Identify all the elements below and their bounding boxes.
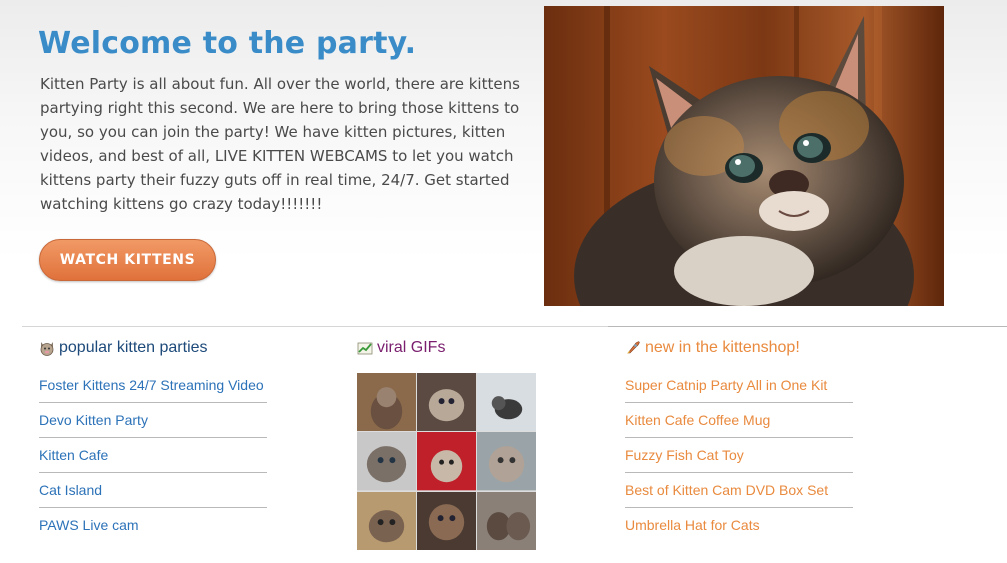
chart-icon bbox=[357, 340, 373, 356]
product-link[interactable]: Fuzzy Fish Cat Toy bbox=[625, 447, 744, 463]
gif-thumbnail[interactable] bbox=[357, 432, 416, 491]
gif-thumbnail[interactable] bbox=[357, 373, 416, 432]
shop-title-text: new in the kittenshop! bbox=[645, 339, 800, 356]
rocket-icon bbox=[625, 340, 641, 356]
product-link[interactable]: Umbrella Hat for Cats bbox=[625, 517, 760, 533]
hero-kitten-photo bbox=[544, 6, 944, 306]
cat-face-icon bbox=[39, 340, 55, 356]
list-item: PAWS Live cam bbox=[39, 508, 267, 543]
list-item: Super Catnip Party All in One Kit bbox=[625, 368, 853, 403]
gif-thumbnail[interactable] bbox=[417, 491, 476, 550]
party-link[interactable]: Cat Island bbox=[39, 482, 102, 498]
intro-paragraph: Kitten Party is all about fun. All over … bbox=[40, 75, 520, 213]
product-link[interactable]: Best of Kitten Cam DVD Box Set bbox=[625, 482, 828, 498]
gif-thumbnail[interactable] bbox=[417, 373, 476, 432]
product-link[interactable]: Super Catnip Party All in One Kit bbox=[625, 377, 827, 393]
list-item: Devo Kitten Party bbox=[39, 403, 267, 438]
gif-thumbnail[interactable] bbox=[417, 432, 476, 491]
watch-kittens-button[interactable]: WATCH KITTENS bbox=[39, 239, 216, 281]
list-item: Kitten Cafe bbox=[39, 438, 267, 473]
shop-section-title: new in the kittenshop! bbox=[625, 339, 800, 357]
gifs-section-title: viral GIFs bbox=[357, 339, 445, 357]
list-item: Kitten Cafe Coffee Mug bbox=[625, 403, 853, 438]
list-item: Umbrella Hat for Cats bbox=[625, 508, 853, 543]
viral-gifs-grid[interactable] bbox=[357, 373, 536, 550]
gif-thumbnail[interactable] bbox=[477, 491, 536, 550]
party-link[interactable]: Devo Kitten Party bbox=[39, 412, 148, 428]
gif-thumbnail[interactable] bbox=[357, 491, 416, 550]
section-divider-right bbox=[608, 326, 1007, 327]
popular-parties-list: Foster Kittens 24/7 Streaming Video Devo… bbox=[39, 368, 267, 543]
list-item: Fuzzy Fish Cat Toy bbox=[625, 438, 853, 473]
product-link[interactable]: Kitten Cafe Coffee Mug bbox=[625, 412, 770, 428]
page-title: Welcome to the party. bbox=[38, 26, 417, 61]
popular-title-text: popular kitten parties bbox=[59, 339, 208, 356]
gif-thumbnail[interactable] bbox=[477, 373, 536, 432]
list-item: Best of Kitten Cam DVD Box Set bbox=[625, 473, 853, 508]
gifs-title-text: viral GIFs bbox=[377, 339, 446, 356]
party-link[interactable]: Kitten Cafe bbox=[39, 447, 108, 463]
list-item: Cat Island bbox=[39, 473, 267, 508]
gif-thumbnail[interactable] bbox=[477, 432, 536, 491]
party-link[interactable]: Foster Kittens 24/7 Streaming Video bbox=[39, 377, 264, 393]
popular-section-title: popular kitten parties bbox=[39, 339, 208, 357]
kittenshop-list: Super Catnip Party All in One Kit Kitten… bbox=[625, 368, 853, 543]
party-link[interactable]: PAWS Live cam bbox=[39, 517, 139, 533]
list-item: Foster Kittens 24/7 Streaming Video bbox=[39, 368, 267, 403]
